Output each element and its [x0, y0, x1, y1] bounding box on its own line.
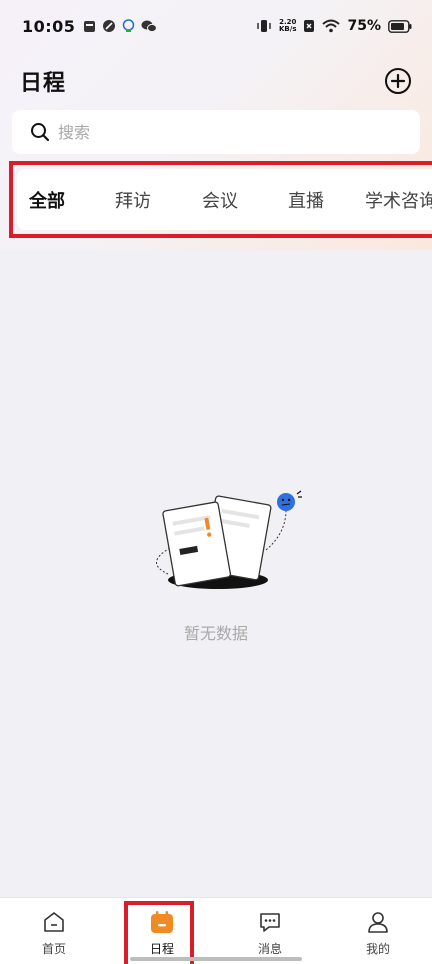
nav-label-schedule: 日程 — [149, 942, 174, 956]
nav-item-home[interactable]: 首页 — [0, 898, 108, 964]
home-indicator[interactable] — [130, 957, 302, 961]
feather-app-icon — [102, 19, 116, 33]
nav-label-profile: 我的 — [365, 942, 390, 956]
empty-state: 暂无数据 — [0, 488, 432, 658]
status-left: 10:05 — [22, 16, 158, 36]
network-speed: 2.20 KB/s — [279, 19, 296, 33]
nav-item-schedule[interactable]: 日程 — [108, 898, 216, 964]
message-icon — [257, 909, 283, 935]
tab-live[interactable]: 直播 — [288, 169, 324, 230]
notification-icons — [83, 19, 158, 33]
empty-state-message: 暂无数据 — [183, 624, 248, 643]
network-speed-unit: KB/s — [279, 25, 297, 33]
page-header: 日程 — [0, 58, 432, 104]
tab-academic-consult[interactable]: 学术咨询 — [365, 169, 432, 230]
nav-item-profile[interactable]: 我的 — [324, 898, 432, 964]
tab-visit[interactable]: 拜访 — [115, 169, 151, 230]
wifi-icon — [322, 19, 341, 33]
category-tabs: 全部 拜访 会议 直播 学术咨询 — [17, 169, 432, 230]
status-right: 2.20 KB/s 75% — [256, 18, 412, 34]
bottom-nav: 首页 日程 消息 我的 — [0, 897, 432, 964]
plus-circle-icon — [385, 68, 411, 94]
wechat-icon — [141, 19, 158, 33]
search-icon — [31, 123, 50, 142]
nav-label-messages: 消息 — [257, 942, 282, 956]
page-title: 日程 — [20, 71, 67, 96]
no-sim-icon — [303, 19, 315, 33]
battery-percent: 75% — [347, 18, 381, 34]
search-bar[interactable] — [12, 110, 420, 154]
empty-documents-illustration — [156, 490, 302, 589]
battery-icon — [388, 19, 412, 33]
nav-item-messages[interactable]: 消息 — [216, 898, 324, 964]
nav-label-home: 首页 — [41, 942, 66, 956]
search-input[interactable] — [58, 122, 378, 142]
calendar-icon — [149, 909, 175, 935]
tab-all[interactable]: 全部 — [29, 169, 65, 230]
status-bar: 10:05 2.20 KB/s 75% — [0, 0, 432, 52]
screen: 10:05 2.20 KB/s 75% 日程 搜索 全部 拜访 会议 直播 学术… — [0, 0, 432, 964]
sim-card-icon — [83, 20, 96, 33]
app-badge-icon — [122, 19, 135, 33]
home-icon — [41, 909, 67, 935]
tabs-highlight-frame: 全部 拜访 会议 直播 学术咨询 — [9, 161, 432, 238]
tab-meeting[interactable]: 会议 — [202, 169, 238, 230]
add-schedule-button[interactable] — [384, 67, 412, 95]
status-time: 10:05 — [22, 16, 76, 36]
vibrate-icon — [256, 19, 272, 33]
user-icon — [365, 909, 391, 935]
